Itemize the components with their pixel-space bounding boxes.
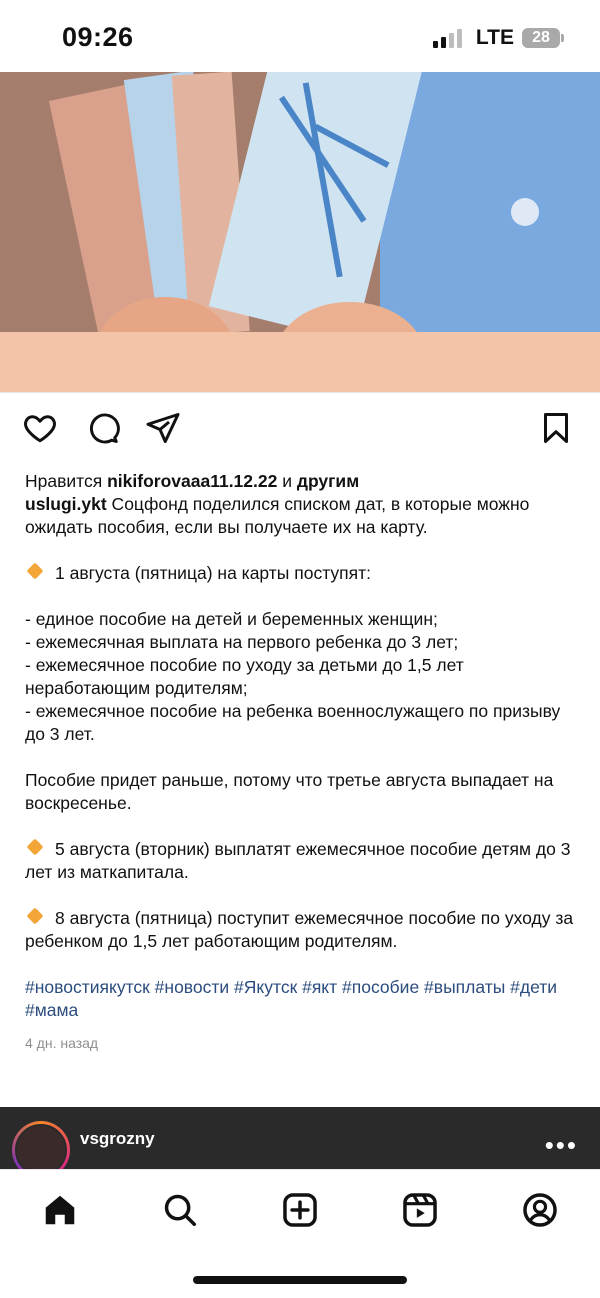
tab-reels[interactable]: [400, 1190, 440, 1230]
bullet-item: - ежемесячное пособие на ребенка военнос…: [25, 701, 561, 744]
bullet-item: - ежемесячное пособие по уходу за детьми…: [25, 655, 464, 698]
item3-line: 8 августа (пятница) поступит ежемесячное…: [25, 907, 575, 953]
caption-intro: uslugi.ykt Соцфонд поделился списком дат…: [25, 493, 575, 539]
likes-user[interactable]: nikiforovaaa11.12.22: [107, 471, 277, 491]
status-time: 09:26: [62, 22, 134, 52]
author-username[interactable]: uslugi.ykt: [25, 494, 107, 514]
next-post-header[interactable]: vsgrozny •••: [0, 1107, 600, 1169]
tab-create[interactable]: [280, 1190, 320, 1230]
bullet-item: - ежемесячная выплата на первого ребенка…: [25, 632, 459, 652]
comment-icon: [89, 413, 120, 444]
item3-text: 8 августа (пятница) поступит ежемесячное…: [25, 908, 574, 951]
post-image[interactable]: [0, 72, 600, 332]
bookmark-icon: [544, 413, 568, 443]
hashtags[interactable]: #новостиякутск #новости #Якутск #якт #по…: [25, 976, 575, 1022]
search-icon: [164, 1194, 196, 1226]
next-post-username[interactable]: vsgrozny: [80, 1129, 155, 1149]
post-timestamp: 4 дн. назад: [25, 1035, 99, 1051]
divider: [0, 392, 600, 393]
item1-title: 1 августа (пятница) на карты поступят:: [55, 563, 371, 583]
likes-line[interactable]: Нравится nikiforovaaa11.12.22 и другим: [25, 470, 575, 493]
battery-icon: 28: [522, 28, 564, 48]
likes-others[interactable]: другим: [297, 471, 359, 491]
status-indicators: LTE 28: [432, 26, 564, 50]
comment-button[interactable]: [82, 408, 122, 448]
avatar[interactable]: [12, 1121, 70, 1169]
profile-icon: [523, 1193, 557, 1227]
post-caption: Нравится nikiforovaaa11.12.22 и другим u…: [25, 470, 575, 1055]
diamond-emoji-icon: [26, 907, 44, 925]
heart-icon: [24, 415, 56, 443]
more-options-icon[interactable]: •••: [545, 1132, 578, 1158]
share-button[interactable]: [143, 408, 183, 448]
bullet-item: - единое пособие на детей и беременных ж…: [25, 609, 438, 629]
item2-line: 5 августа (вторник) выплатят ежемесячное…: [25, 838, 575, 884]
home-indicator: [193, 1276, 407, 1284]
reels-icon: [403, 1193, 437, 1227]
status-bar: 09:26 LTE 28: [0, 0, 600, 72]
save-button[interactable]: [536, 408, 576, 448]
tab-home[interactable]: [40, 1190, 80, 1230]
item2-text: 5 августа (вторник) выплатят ежемесячное…: [25, 839, 571, 882]
item1-line: 1 августа (пятница) на карты поступят:: [25, 562, 575, 585]
likes-and: и: [277, 471, 297, 491]
tab-search[interactable]: [160, 1190, 200, 1230]
banknotes-photo: [0, 72, 600, 332]
signal-icon: [432, 28, 462, 48]
like-button[interactable]: [20, 408, 60, 448]
image-caption-band: [0, 332, 600, 392]
likes-prefix: Нравится: [25, 471, 108, 491]
home-icon: [45, 1195, 75, 1225]
network-type: LTE: [475, 26, 514, 49]
diamond-emoji-icon: [26, 838, 44, 856]
note-text: Пособие придет раньше, потому что третье…: [25, 770, 554, 813]
diamond-emoji-icon: [26, 562, 44, 580]
post-actions: [0, 408, 600, 452]
create-icon: [283, 1193, 317, 1227]
tab-profile[interactable]: [520, 1190, 560, 1230]
send-icon: [146, 413, 180, 443]
